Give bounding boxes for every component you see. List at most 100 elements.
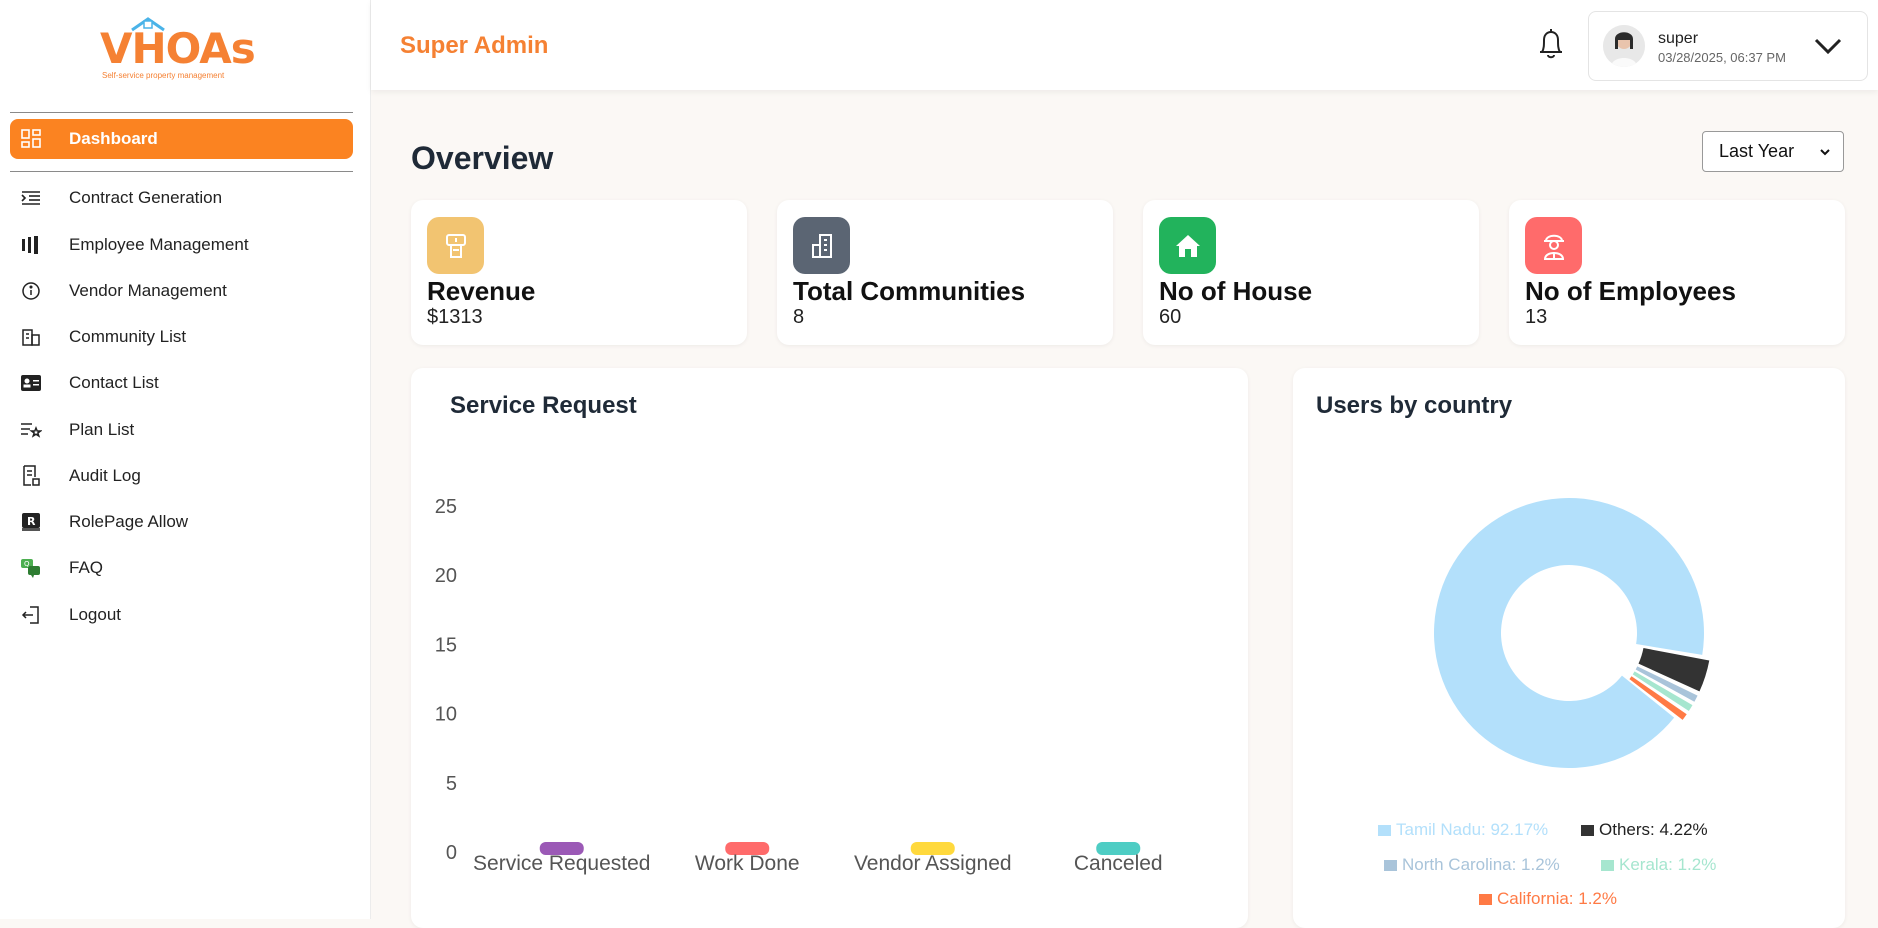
legend-swatch: [1581, 824, 1594, 836]
bars-icon: [19, 233, 43, 257]
stat-card-communities: Total Communities 8: [777, 200, 1113, 345]
sidebar-item-vendor-management[interactable]: Vendor Management: [10, 271, 353, 311]
sidebar-item-faq[interactable]: Q FAQ: [10, 548, 353, 588]
legend-label: Kerala: 1.2%: [1619, 855, 1717, 874]
brand-tagline: Self-service property management: [102, 71, 225, 80]
legend-swatch: [1384, 859, 1397, 871]
legend-item[interactable]: North Carolina: 1.2%: [1384, 855, 1560, 875]
svg-text:R: R: [27, 515, 36, 528]
stat-card-employees: No of Employees 13: [1509, 200, 1845, 345]
y-tick-label: 15: [435, 634, 457, 656]
sidebar-item-dashboard[interactable]: Dashboard: [10, 119, 353, 159]
y-tick-label: 20: [435, 565, 457, 587]
x-tick-label: Work Done: [695, 852, 800, 875]
sidebar-item-rolepage-allow[interactable]: R RolePage Allow: [10, 502, 353, 542]
legend-swatch: [1378, 824, 1391, 836]
sidebar-item-contract-generation[interactable]: Contract Generation: [10, 178, 353, 218]
brand-name: VHOAs: [100, 24, 256, 73]
chat-bubbles-icon: Q: [19, 556, 43, 580]
audit-doc-icon: [19, 464, 43, 488]
stat-card-houses: No of House 60: [1143, 200, 1479, 345]
building-icon: [793, 217, 850, 274]
logout-icon: [19, 603, 43, 627]
y-tick-label: 5: [446, 773, 457, 795]
brand-logo[interactable]: VHOAs Self-service property management: [100, 14, 260, 84]
sidebar: VHOAs Self-service property management D…: [0, 0, 371, 919]
sidebar-item-label: Logout: [69, 605, 121, 624]
buildings-icon: [19, 325, 43, 349]
y-tick-label: 10: [435, 704, 457, 726]
users-by-country-panel: Users by country Tamil Nadu: 92.17% Other…: [1293, 368, 1845, 928]
top-bar: Super Admin super 03/28/2025, 06:37 PM: [371, 0, 1878, 90]
page-title: Super Admin: [400, 32, 549, 59]
sidebar-divider: [10, 112, 353, 113]
sidebar-item-plan-list[interactable]: Plan List: [10, 410, 353, 450]
x-tick-label: Vendor Assigned: [854, 852, 1012, 875]
indent-list-icon: [19, 186, 43, 210]
chevron-down-icon[interactable]: [1813, 36, 1843, 56]
sidebar-item-label: Audit Log: [69, 466, 141, 485]
contact-card-icon: [19, 371, 43, 395]
money-icon: [427, 217, 484, 274]
card-title: No of Employees: [1525, 276, 1736, 306]
info-circle-icon: [19, 279, 43, 303]
pie-slice[interactable]: [1434, 498, 1704, 768]
legend-item[interactable]: Kerala: 1.2%: [1601, 855, 1716, 875]
sidebar-item-community-list[interactable]: Community List: [10, 317, 353, 357]
users-by-country-chart: [1434, 498, 1710, 768]
y-tick-label: 0: [446, 842, 457, 864]
sidebar-item-label: RolePage Allow: [69, 512, 189, 531]
service-request-chart: 0 5 10 15 20 25 Service Requested Work Done Vend…: [435, 496, 1163, 875]
svg-text:Q: Q: [24, 560, 30, 568]
legend-label: California: 1.2%: [1497, 889, 1618, 908]
card-value: 8: [793, 306, 805, 328]
sidebar-item-audit-log[interactable]: Audit Log: [10, 456, 353, 496]
sidebar-item-logout[interactable]: Logout: [10, 595, 353, 635]
legend-label: Others: 4.22%: [1599, 820, 1708, 839]
role-book-icon: R: [19, 510, 43, 534]
legend-swatch: [1479, 893, 1492, 905]
sidebar-divider: [10, 171, 353, 172]
y-tick-label: 25: [435, 496, 457, 518]
service-request-panel: Service Request 0 5 10 15 20 25 Service Reques…: [411, 368, 1248, 928]
date-range-select[interactable]: Last Year: [1702, 131, 1844, 172]
date-range-value: Last Year: [1719, 141, 1795, 161]
bell-icon[interactable]: [1538, 27, 1564, 61]
worker-icon: [1525, 217, 1582, 274]
user-profile-menu[interactable]: super 03/28/2025, 06:37 PM: [1588, 11, 1868, 81]
user-name: super: [1658, 30, 1699, 47]
legend-item[interactable]: Others: 4.22%: [1581, 820, 1708, 840]
sidebar-item-label: Dashboard: [69, 129, 158, 148]
overview-heading: Overview: [411, 140, 554, 176]
sidebar-item-label: Contact List: [69, 373, 159, 392]
legend-item[interactable]: Tamil Nadu: 92.17%: [1378, 820, 1548, 840]
card-value: 60: [1159, 306, 1182, 328]
user-datetime: 03/28/2025, 06:37 PM: [1658, 50, 1786, 65]
sidebar-item-contact-list[interactable]: Contact List: [10, 363, 353, 403]
sidebar-item-employee-management[interactable]: Employee Management: [10, 225, 353, 265]
card-title: Total Communities: [793, 276, 1026, 306]
sidebar-item-label: Contract Generation: [69, 188, 223, 207]
sidebar-item-label: Plan List: [69, 420, 135, 439]
sidebar-item-label: FAQ: [69, 558, 104, 577]
panel-title: Users by country: [1316, 392, 1513, 419]
legend-label: Tamil Nadu: 92.17%: [1396, 820, 1549, 839]
x-tick-label: Service Requested: [473, 852, 650, 875]
sidebar-item-label: Community List: [69, 327, 187, 346]
chevron-down-icon: [1820, 148, 1830, 155]
house-icon: [1159, 217, 1216, 274]
list-star-icon: [19, 418, 43, 442]
card-title: No of House: [1159, 276, 1313, 306]
stat-card-revenue: Revenue $1313: [411, 200, 747, 345]
legend-item[interactable]: California: 1.2%: [1479, 889, 1617, 909]
sidebar-item-label: Employee Management: [69, 235, 249, 254]
avatar: [1603, 25, 1645, 67]
card-value: $1313: [427, 306, 483, 328]
dashboard-grid-icon: [19, 127, 43, 151]
legend-swatch: [1601, 859, 1614, 871]
sidebar-item-label: Vendor Management: [69, 281, 227, 300]
card-value: 13: [1525, 306, 1548, 328]
legend-label: North Carolina: 1.2%: [1402, 855, 1560, 874]
card-title: Revenue: [427, 276, 536, 306]
x-tick-label: Canceled: [1074, 852, 1163, 875]
